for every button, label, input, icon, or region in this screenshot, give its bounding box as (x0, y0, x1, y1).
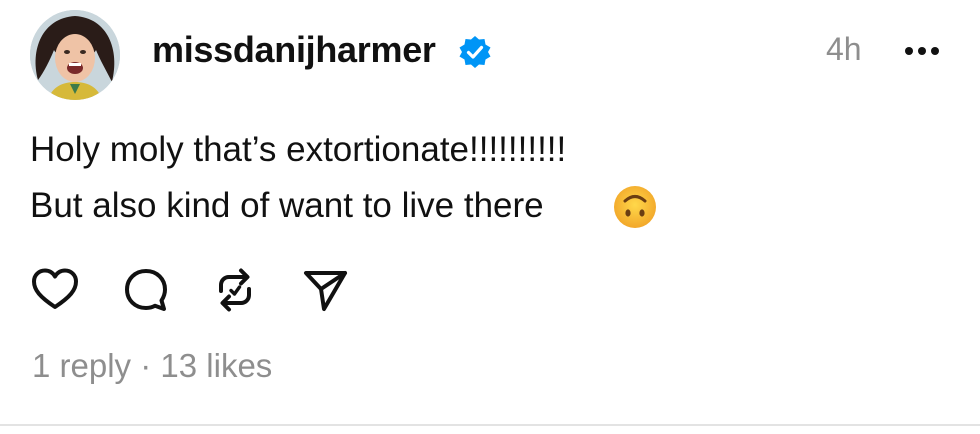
stats-separator: · (140, 347, 152, 384)
avatar[interactable] (30, 10, 120, 100)
post-text-line-1: Holy moly that’s extortionate!!!!!!!!!! (30, 130, 567, 169)
more-horizontal-icon[interactable] (904, 46, 940, 56)
verified-badge-icon (459, 36, 491, 68)
post-divider (0, 424, 980, 426)
like-count-link[interactable]: 13 likes (160, 347, 272, 384)
timestamp: 4h (826, 31, 862, 67)
avatar-photo (30, 10, 120, 100)
reply-count-link[interactable]: 1 reply (32, 347, 131, 384)
send-icon[interactable] (300, 265, 350, 315)
thread-post: missdanijharmer 4h Holy moly that’s exto… (0, 0, 980, 434)
repost-icon[interactable] (210, 265, 260, 315)
upside-down-face-emoji-icon (614, 186, 656, 228)
post-stats: 1 reply · 13 likes (32, 347, 272, 385)
heart-icon[interactable] (30, 265, 80, 315)
comment-icon[interactable] (121, 265, 171, 315)
username-link[interactable]: missdanijharmer (152, 29, 436, 71)
post-text-line-2: But also kind of want to live there (30, 186, 544, 225)
